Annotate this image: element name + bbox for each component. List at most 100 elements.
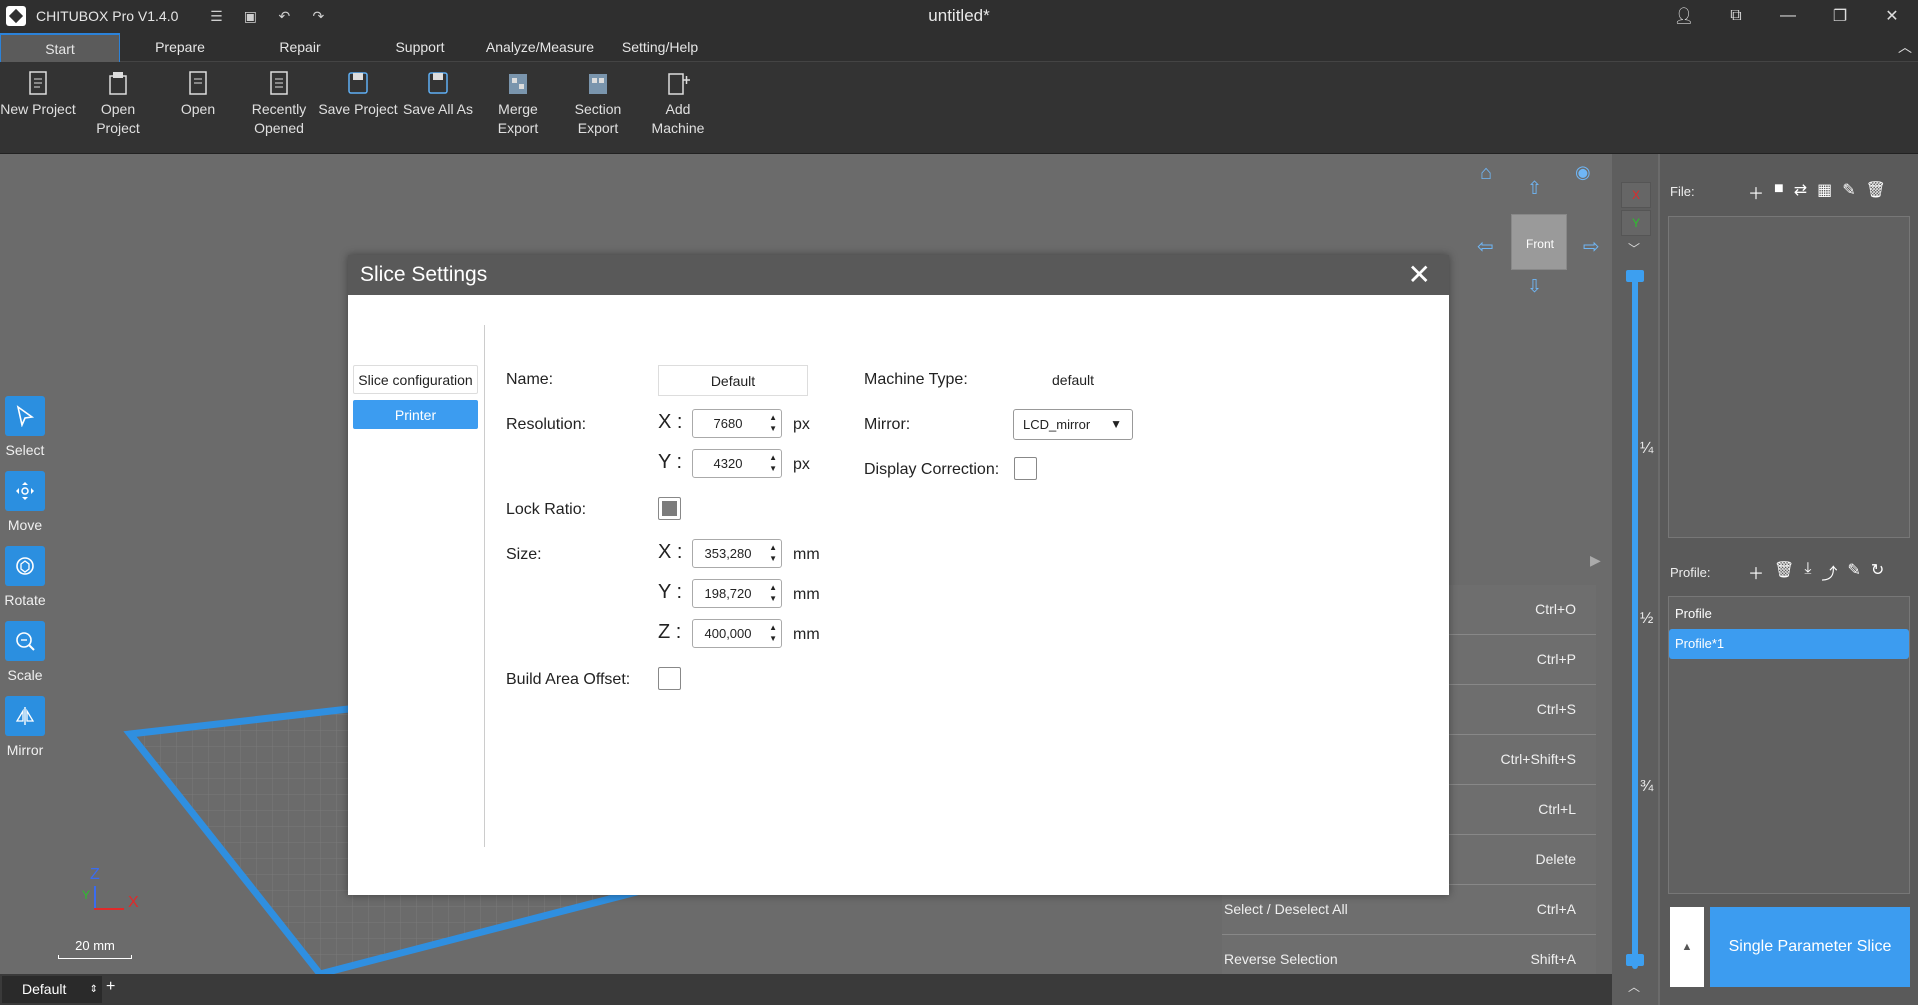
resolution-x-stepper[interactable]: 7680 ▲ ▼ [692,409,782,438]
shortcut-label: Select / Deselect All [1224,901,1348,917]
recently-opened-button[interactable]: Recently Opened [244,70,314,138]
tab-scroll-icon[interactable]: ⇕ [90,976,98,1003]
chevron-up-icon[interactable]: ︿ [1628,978,1640,995]
chevron-down-icon: ▼ [1110,417,1122,431]
scene-tab-default[interactable]: Default ⇕ [2,976,102,1003]
user-icon[interactable]: 👤︎ [1658,6,1710,26]
tool-mirror[interactable]: Mirror [5,696,45,758]
tab-slice-configuration[interactable]: Slice configuration [353,365,478,394]
stepper-arrows-icon[interactable]: ▲ ▼ [769,412,777,434]
tab-printer[interactable]: Printer [353,400,478,429]
close-window-icon[interactable]: ✕ [1866,6,1918,26]
scale-line [58,955,132,959]
profile-item[interactable]: Profile [1669,599,1909,629]
display-correction-checkbox[interactable] [1014,457,1037,480]
dialog-title: Slice Settings [360,263,488,286]
edit-icon[interactable]: ✎ [1842,180,1855,204]
delete-profile-icon[interactable]: 🗑︎ [1774,560,1794,584]
name-field[interactable]: Default [658,365,808,396]
tab-setting-help[interactable]: Setting/Help [610,33,710,62]
add-profile-icon[interactable]: ＋ [1748,560,1764,584]
open-button[interactable]: Open [170,70,226,119]
tab-repair[interactable]: Repair [250,33,350,62]
rotate-down-icon[interactable]: ⇩ [1527,276,1542,297]
select-all-icon[interactable]: ■ [1774,180,1784,204]
save-all-as-button[interactable]: Save All As [402,70,474,119]
swap-icon[interactable]: ⇄ [1794,180,1807,204]
size-z-stepper[interactable]: 400,000 ▲ ▼ [692,619,782,648]
rotate-up-icon[interactable]: ⇧ [1527,178,1542,199]
view-cube[interactable]: ⌂ ◉ ⇧ ⇦ ⇨ ⇩ Front [1475,156,1610,306]
tab-prepare[interactable]: Prepare [130,33,230,62]
redo-icon[interactable]: ↷ [310,8,326,24]
panel-expand-arrow-icon[interactable]: ▶ [1590,552,1601,569]
restore-icon[interactable]: ❐ [1814,6,1866,26]
single-parameter-slice-button[interactable]: Single Parameter Slice [1710,907,1910,987]
slice-options-button[interactable]: ▲ [1670,907,1704,987]
delete-icon[interactable]: 🗑︎ [1866,180,1886,204]
mirror-dropdown[interactable]: LCD_mirror ▼ [1013,409,1133,440]
tab-analyze-measure[interactable]: Analyze/Measure [480,33,600,62]
rotate-left-icon[interactable]: ⇦ [1477,234,1494,259]
minimize-icon[interactable]: — [1762,7,1814,25]
size-y-stepper[interactable]: 198,720 ▲ ▼ [692,579,782,608]
stepper-arrows-icon[interactable]: ▲ ▼ [769,582,777,604]
new-project-button[interactable]: New Project [0,70,76,119]
save-quick-icon[interactable]: ▣ [242,8,258,24]
layer-fraction-half: ½ [1640,610,1654,627]
add-icon[interactable]: ＋ [1748,180,1764,204]
build-area-offset-checkbox[interactable] [658,667,681,690]
right-panel: File: ＋ ■ ⇄ ▦ ✎ 🗑︎ Profile: ＋ 🗑︎ ⤓ ⤴ ✎ ↻… [1660,154,1918,1005]
shortcut-key: Ctrl+L [1538,801,1576,817]
list-icon[interactable]: ☰ [208,8,224,24]
layer-slider-bottom-handle[interactable] [1626,954,1644,966]
machine-type-value: default [1052,372,1095,388]
new-project-icon [29,71,47,95]
mm-unit: mm [793,626,820,643]
tool-select[interactable]: Select [5,396,45,458]
resolution-y-label: Y : [658,451,683,473]
export-icon[interactable]: ⤴ [1821,560,1837,584]
open-label: Open [180,101,216,117]
refresh-icon[interactable]: ↻ [1871,560,1884,584]
stepper-arrows-icon[interactable]: ▲ ▼ [769,452,777,474]
layer-slider-track[interactable] [1632,274,1638,969]
undo-icon[interactable]: ↶ [276,8,292,24]
recently-opened-label: Recently Opened [251,101,307,136]
merge-export-button[interactable]: Merge Export [488,70,548,138]
save-project-button[interactable]: Save Project [318,70,398,119]
axis-x-toggle[interactable]: X [1621,182,1651,208]
close-icon[interactable]: ✕ [1408,255,1431,295]
chevron-down-icon[interactable]: ﹀ [1628,240,1640,257]
profile-item-selected[interactable]: Profile*1 [1669,629,1909,659]
layer-slider-top-handle[interactable] [1626,270,1644,282]
collapse-ribbon-icon[interactable]: ︿ [1898,37,1912,57]
stepper-arrows-icon[interactable]: ▲ ▼ [769,542,777,564]
visibility-eye-icon[interactable]: ◉ [1575,162,1591,183]
add-machine-button[interactable]: Add Machine [646,70,710,138]
tool-rotate[interactable]: Rotate [4,546,46,608]
axis-y-toggle[interactable]: Y [1621,210,1651,236]
select-cursor-icon [5,396,45,436]
import-icon[interactable]: ⤓ [1804,560,1811,584]
rotate-right-icon[interactable]: ⇨ [1583,234,1600,259]
edit-profile-icon[interactable]: ✎ [1847,560,1860,584]
grid-icon[interactable]: ▦ [1817,180,1832,204]
tab-start[interactable]: Start [0,33,120,62]
resolution-y-stepper[interactable]: 4320 ▲ ▼ [692,449,782,478]
home-view-icon[interactable]: ⌂ [1480,162,1492,185]
screenshot-icon[interactable]: ⧉ [1710,7,1762,25]
lock-ratio-checkbox[interactable] [658,497,681,520]
file-list[interactable] [1668,216,1910,538]
stepper-arrows-icon[interactable]: ▲ ▼ [769,622,777,644]
add-tab-icon[interactable]: + [106,978,115,996]
tool-scale[interactable]: Scale [5,621,45,683]
tab-support[interactable]: Support [370,33,470,62]
size-x-stepper[interactable]: 353,280 ▲ ▼ [692,539,782,568]
tool-move[interactable]: Move [5,471,45,533]
section-export-button[interactable]: Section Export [566,70,630,138]
open-file-icon [189,71,207,95]
cube-front-face[interactable]: Front [1511,214,1567,270]
save-all-icon [428,72,448,94]
open-project-button[interactable]: Open Project [86,70,150,138]
